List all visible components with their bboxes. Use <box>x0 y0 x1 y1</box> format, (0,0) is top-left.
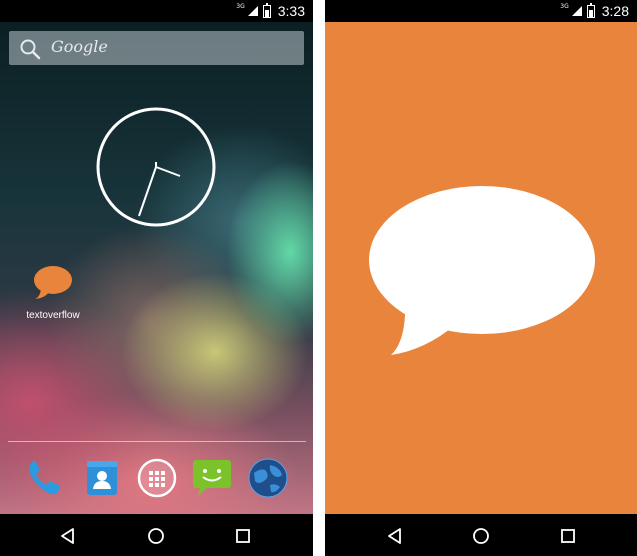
status-time: 3:33 <box>277 3 305 19</box>
status-time: 3:28 <box>601 3 629 19</box>
search-icon <box>20 39 41 60</box>
network-type: 3G <box>560 3 569 10</box>
speech-bubble-icon <box>34 266 72 299</box>
navigation-bar <box>325 514 637 556</box>
home-icon[interactable] <box>471 526 491 546</box>
home-screen: 3G 3:33 Google textoverflow <box>0 0 313 556</box>
google-search-bar[interactable]: Google <box>9 31 304 65</box>
navigation-bar <box>0 514 313 556</box>
battery-icon <box>586 2 595 18</box>
analog-clock-widget[interactable] <box>95 106 217 228</box>
network-type: 3G <box>236 3 245 10</box>
speech-bubble-icon <box>369 186 595 355</box>
clock-hour-hand <box>155 166 181 177</box>
signal-icon <box>571 6 582 16</box>
status-bar: 3G 3:28 <box>325 0 637 22</box>
messaging-icon[interactable] <box>190 455 234 501</box>
recents-icon[interactable] <box>558 526 578 546</box>
app-splash-screen: 3G 3:28 <box>325 0 637 556</box>
battery-icon <box>262 2 271 18</box>
dock <box>0 455 313 505</box>
app-label: textoverflow <box>26 310 80 321</box>
back-icon[interactable] <box>58 526 78 546</box>
contacts-icon[interactable] <box>80 455 124 501</box>
browser-icon[interactable] <box>246 455 290 501</box>
phone-icon[interactable] <box>22 455 66 501</box>
search-label: Google <box>51 37 108 56</box>
signal-icon <box>247 6 258 16</box>
dock-divider <box>8 441 306 442</box>
recents-icon[interactable] <box>233 526 253 546</box>
status-bar: 3G 3:33 <box>0 0 313 22</box>
back-icon[interactable] <box>385 526 405 546</box>
app-drawer-icon[interactable] <box>135 455 179 501</box>
clock-minute-hand <box>138 166 157 217</box>
home-icon[interactable] <box>146 526 166 546</box>
